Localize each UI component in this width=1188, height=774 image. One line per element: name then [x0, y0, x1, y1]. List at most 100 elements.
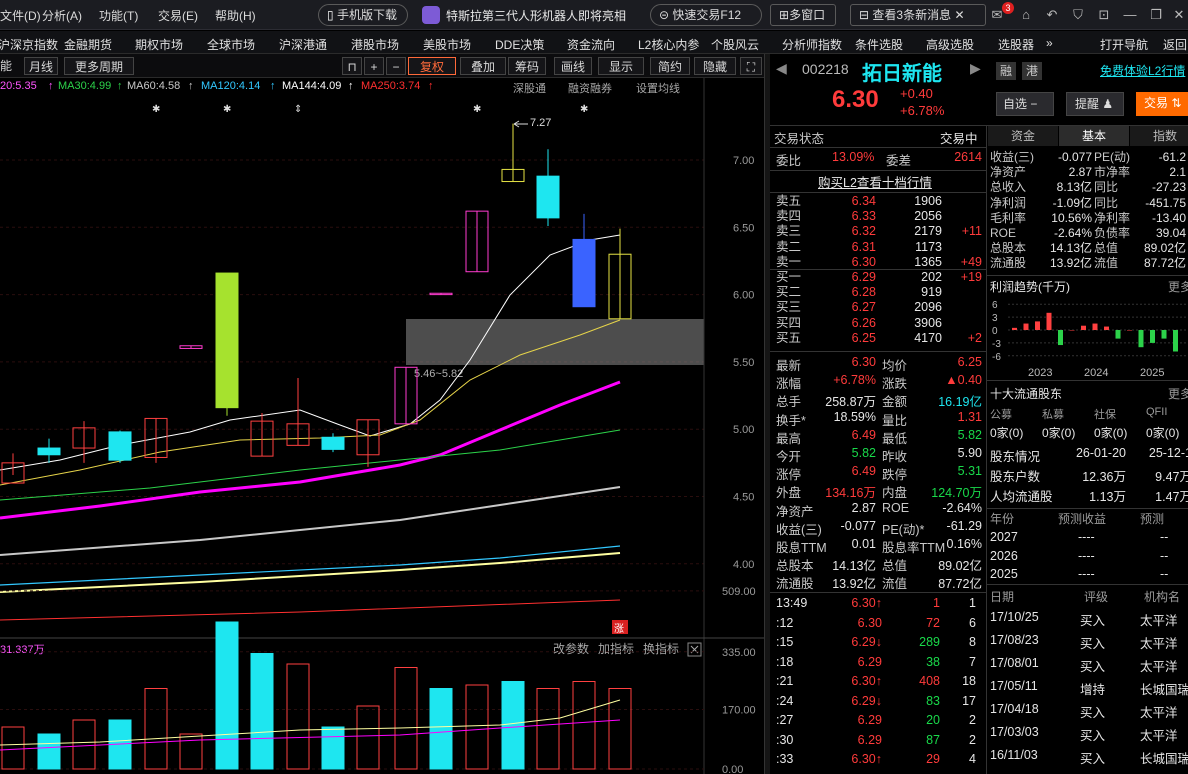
nav-item[interactable]: 全球市场: [207, 36, 255, 53]
more-periods-dropdown[interactable]: 更多周期: [64, 57, 134, 75]
close-window-icon[interactable]: ✕: [1170, 6, 1188, 24]
tick-volume: 29: [926, 752, 940, 766]
adjust-dropdown[interactable]: 复权: [408, 57, 456, 75]
display-dropdown[interactable]: 显示: [598, 57, 644, 75]
restore-icon[interactable]: ❐: [1147, 6, 1165, 24]
menu-function[interactable]: 功能(T): [99, 7, 138, 24]
zoom-out-icon[interactable]: −: [386, 57, 406, 75]
overlay-dropdown[interactable]: 叠加: [460, 57, 506, 75]
nav-item[interactable]: L2核心内参: [638, 36, 699, 53]
nav-item[interactable]: 高级选股: [926, 36, 974, 53]
book-price: 6.29: [851, 270, 876, 284]
tick-price: 6.30↑: [851, 596, 882, 610]
switch-indicator-link[interactable]: 换指标: [643, 641, 679, 656]
nav-item[interactable]: 期权市场: [135, 36, 183, 53]
quote-value: 6.49: [851, 427, 876, 442]
quote-value: ▲0.40: [945, 373, 982, 388]
quick-trade-button[interactable]: ⊝ 快速交易F12: [650, 4, 762, 26]
book-delta: [948, 194, 982, 209]
profit-bar: [1173, 330, 1178, 352]
back-icon[interactable]: ↶: [1043, 6, 1061, 24]
add-indicator-link[interactable]: 加指标: [598, 641, 634, 656]
mobile-download-button[interactable]: ▯ 手机版下载: [318, 4, 408, 26]
news-alert-button[interactable]: ⊟ 查看3条新消息 ✕: [850, 4, 986, 26]
book-volume: 4170: [914, 330, 942, 345]
multi-window-button[interactable]: ⊞多窗口: [770, 4, 836, 26]
basic-label: ROE: [990, 226, 1017, 240]
book-level-label: 买二: [776, 285, 802, 300]
nav-item[interactable]: 条件选股: [855, 36, 903, 53]
nav-item[interactable]: 美股市场: [423, 36, 471, 53]
holder-info-label: 股东户数: [990, 470, 1041, 484]
quote-value: 6.49: [851, 464, 876, 479]
profit-bar: [1035, 321, 1040, 330]
quote-panel: ◀ 002218 拓日新能 ▶ 融 港 免费体验L2行情 6.30 +0.40 …: [770, 54, 1188, 774]
news-headline[interactable]: 特斯拉第三代人形机器人即将亮相: [446, 7, 626, 24]
chips-button[interactable]: 筹码: [508, 57, 546, 75]
alert-button[interactable]: 提醒 ♟: [1066, 92, 1124, 116]
tick-price: 6.30: [857, 615, 882, 630]
book-price: 6.32: [851, 224, 876, 239]
period-monthly[interactable]: 月线: [24, 57, 58, 75]
nav-item[interactable]: 资金流向: [567, 36, 615, 53]
tick-count: 17: [962, 693, 976, 708]
open-nav-link[interactable]: 打开导航: [1100, 36, 1148, 53]
minimize-icon[interactable]: —: [1121, 6, 1139, 24]
nav-item[interactable]: 港股市场: [351, 36, 399, 53]
draw-line-button[interactable]: 画线: [554, 57, 592, 75]
profit-bar: [1012, 327, 1017, 330]
more-nav-icon[interactable]: »: [1046, 36, 1053, 50]
candle: [572, 238, 596, 308]
tab-index[interactable]: 指数: [1130, 126, 1188, 146]
skin-icon[interactable]: ⛉: [1069, 6, 1087, 24]
high-pointer-icon: [513, 120, 528, 128]
holders-more-link[interactable]: 更多: [1168, 385, 1188, 405]
nav-item[interactable]: 分析师指数: [782, 36, 842, 53]
rating-date: 17/04/18: [990, 702, 1039, 716]
close-icon[interactable]: ✕: [954, 8, 964, 22]
nav-item[interactable]: 个股风云: [711, 36, 759, 53]
tab-basics[interactable]: 基本: [1059, 126, 1129, 146]
menu-file[interactable]: 文件(D): [0, 7, 41, 24]
menu-bar: 文件(D) 分析(A) 功能(T) 交易(E) 帮助(H) ▯ 手机版下载 特斯…: [0, 0, 1188, 30]
forecast-year: 2027: [990, 530, 1018, 544]
trade-button[interactable]: 交易 ⇅: [1136, 92, 1188, 116]
tab-funds[interactable]: 资金: [988, 126, 1058, 146]
lock-icon[interactable]: ⊓: [342, 57, 362, 75]
zoom-in-icon[interactable]: +: [364, 57, 384, 75]
l2-trial-link[interactable]: 免费体验L2行情: [1100, 62, 1185, 79]
menu-trade[interactable]: 交易(E): [158, 7, 198, 24]
back-link[interactable]: 返回: [1163, 36, 1187, 53]
settings-icon[interactable]: ⊡: [1095, 6, 1113, 24]
home-icon[interactable]: ⌂: [1017, 6, 1035, 24]
hide-button[interactable]: 隐藏: [694, 57, 736, 75]
edit-params-link[interactable]: 改参数: [553, 641, 589, 656]
rating-value: 买入: [1080, 660, 1106, 674]
buy-l2-link[interactable]: 购买L2查看十档行情: [818, 172, 932, 192]
basic-value: 8.13亿: [1056, 180, 1092, 195]
nav-item[interactable]: 沪深京指数: [0, 36, 58, 53]
nav-item[interactable]: 选股器: [998, 36, 1034, 53]
nav-item[interactable]: DDE决策: [495, 36, 544, 53]
book-volume: 3906: [914, 315, 942, 330]
profit-bar: [1127, 330, 1132, 331]
volume-bar: [72, 719, 96, 770]
quote-value: 2.87: [851, 500, 876, 515]
quote-label: 涨跌: [882, 377, 908, 392]
tick-count: 6: [969, 615, 976, 630]
prev-stock-icon[interactable]: ◀: [776, 60, 787, 77]
nav-item[interactable]: 沪深港通: [279, 36, 327, 53]
simple-button[interactable]: 简约: [650, 57, 690, 75]
holders-table: 公募 私募 社保 QFII 0家(0) 0家(0) 0家(0) 0家(0) 股东情况 26-01-…: [988, 406, 1188, 506]
watchlist-button[interactable]: 自选 −: [996, 92, 1054, 116]
next-stock-icon[interactable]: ▶: [970, 60, 981, 77]
menu-help[interactable]: 帮助(H): [215, 7, 256, 24]
profit-more-link[interactable]: 更多: [1168, 278, 1188, 298]
nav-item[interactable]: 金融期货: [64, 36, 112, 53]
toolbar-left-label[interactable]: 能: [0, 57, 12, 75]
kline-chart[interactable]: 5.46~5.82 ✱ ✱ ⇕ ✱ ✱ 7.006.506.005.505.004.50…: [0, 78, 766, 774]
expand-icon[interactable]: ⛶: [740, 57, 762, 75]
menu-analysis[interactable]: 分析(A): [42, 7, 82, 24]
ma-line: [0, 380, 621, 520]
close-pane-icon[interactable]: [687, 642, 702, 657]
